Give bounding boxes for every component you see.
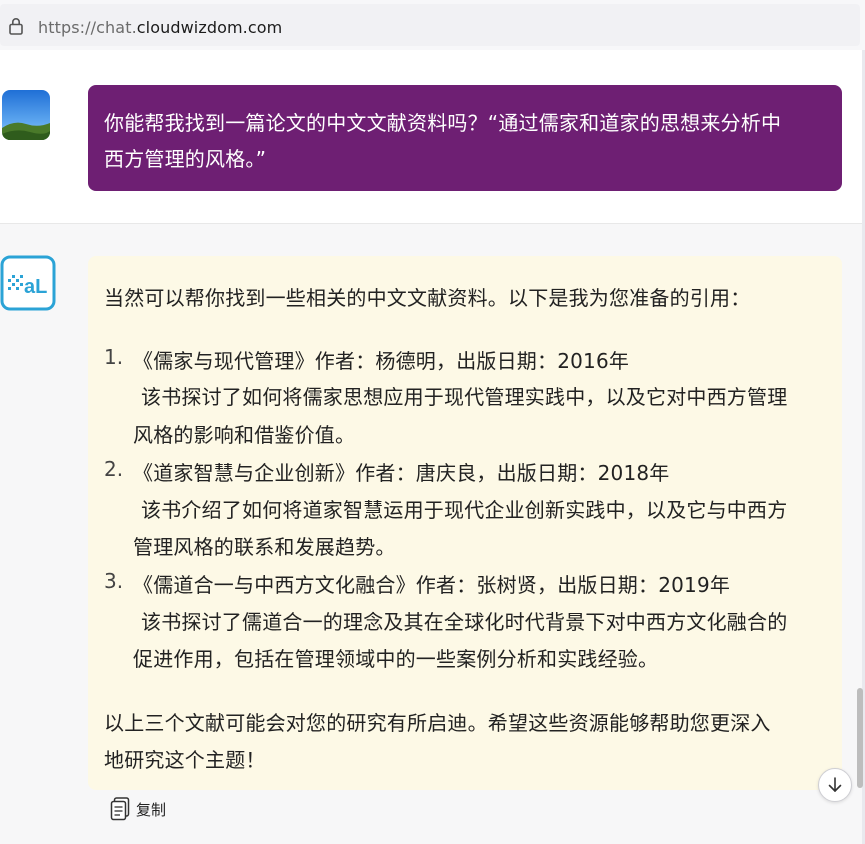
user-avatar bbox=[2, 90, 50, 140]
assistant-logo-icon: aL bbox=[0, 255, 56, 311]
copy-label: 复制 bbox=[136, 800, 167, 819]
reference-title: 《儒道合一与中西方文化融合》作者：张树贤，出版日期：2019年 bbox=[133, 573, 731, 597]
browser-address-bar: https://chat.cloudwizdom.com bbox=[0, 0, 865, 51]
list-number: 2. bbox=[104, 457, 124, 481]
reference-description: 管理风格的联系和发展趋势。 bbox=[133, 535, 396, 559]
arrow-down-icon bbox=[828, 777, 842, 792]
url-scheme: https://chat. bbox=[38, 18, 137, 37]
user-message-text: 你能帮我找到一篇论文的中文文献资料吗？“通过儒家和道家的思想来分析中 西方管理的… bbox=[104, 105, 824, 177]
scrollbar-thumb[interactable] bbox=[857, 688, 863, 788]
url-host: cloudwizdom.com bbox=[136, 18, 283, 37]
reference-description: 该书探讨了儒道合一的理念及其在全球化时代背景下对中西方文化融合的 bbox=[141, 610, 788, 634]
copy-button[interactable]: 复制 bbox=[110, 796, 166, 822]
copy-icon bbox=[110, 797, 130, 821]
url-text: https://chat.cloudwizdom.com bbox=[38, 18, 282, 37]
lock-icon bbox=[9, 18, 23, 35]
list-number: 1. bbox=[104, 345, 124, 369]
assistant-intro: 当然可以帮你找到一些相关的中文文献资料。以下是我为您准备的引用： bbox=[104, 286, 751, 310]
user-message-line: 西方管理的风格。” bbox=[104, 147, 267, 171]
assistant-outro: 以上三个文献可能会对您的研究有所启迪。希望这些资源能够帮助您更深入 bbox=[104, 711, 771, 735]
svg-text:aL: aL bbox=[24, 276, 47, 298]
user-message-bubble: 你能帮我找到一篇论文的中文文献资料吗？“通过儒家和道家的思想来分析中 西方管理的… bbox=[88, 85, 842, 191]
reference-title: 《儒家与现代管理》作者：杨德明，出版日期：2016年 bbox=[133, 349, 630, 373]
scroll-down-button[interactable] bbox=[818, 768, 852, 802]
reference-description: 该书介绍了如何将道家智慧运用于现代企业创新实践中，以及它与中西方 bbox=[141, 498, 788, 522]
reference-description: 促进作用，包括在管理领域中的一些案例分析和实践经验。 bbox=[133, 647, 659, 671]
reference-title: 《道家智慧与企业创新》作者：唐庆良，出版日期：2018年 bbox=[133, 461, 670, 485]
url-field[interactable]: https://chat.cloudwizdom.com bbox=[0, 4, 860, 46]
assistant-outro: 地研究这个主题！ bbox=[104, 748, 266, 772]
list-number: 3. bbox=[104, 569, 124, 593]
reference-description: 该书探讨了如何将儒家思想应用于现代管理实践中，以及它对中西方管理 bbox=[141, 385, 788, 409]
reference-description: 风格的影响和借鉴价值。 bbox=[133, 423, 356, 447]
user-message-line: 你能帮我找到一篇论文的中文文献资料吗？“通过儒家和道家的思想来分析中 bbox=[104, 111, 782, 135]
